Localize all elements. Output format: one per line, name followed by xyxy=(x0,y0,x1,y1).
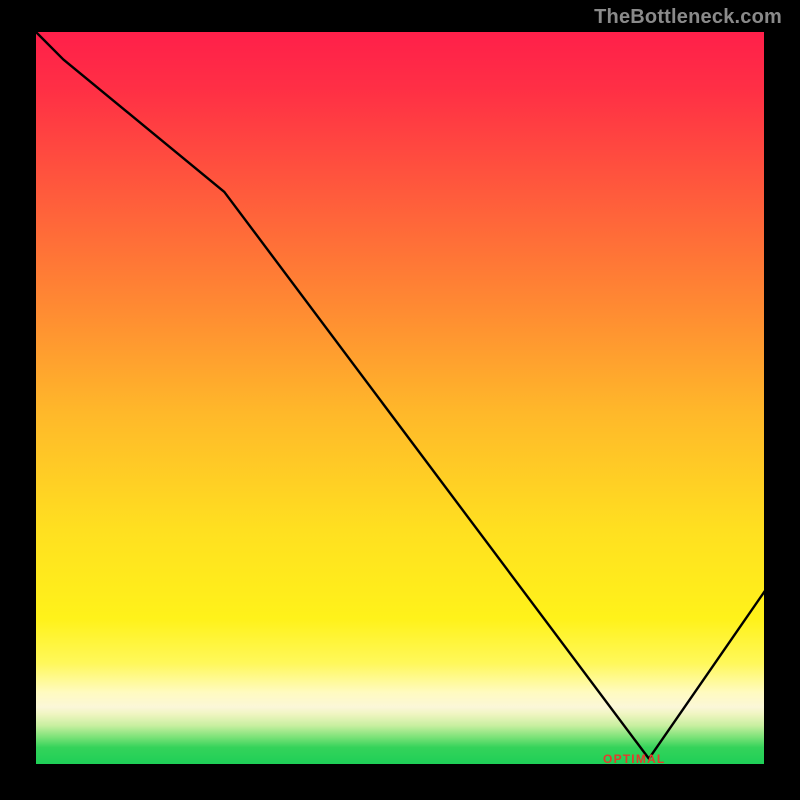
optimal-label: OPTIMAL xyxy=(603,752,665,766)
plot-area: OPTIMAL xyxy=(34,30,766,766)
plot-inner: OPTIMAL xyxy=(34,30,766,766)
chart-frame: TheBottleneck.com OPTIMAL xyxy=(0,0,800,800)
bottleneck-curve xyxy=(34,30,766,766)
watermark-text: TheBottleneck.com xyxy=(594,6,782,29)
